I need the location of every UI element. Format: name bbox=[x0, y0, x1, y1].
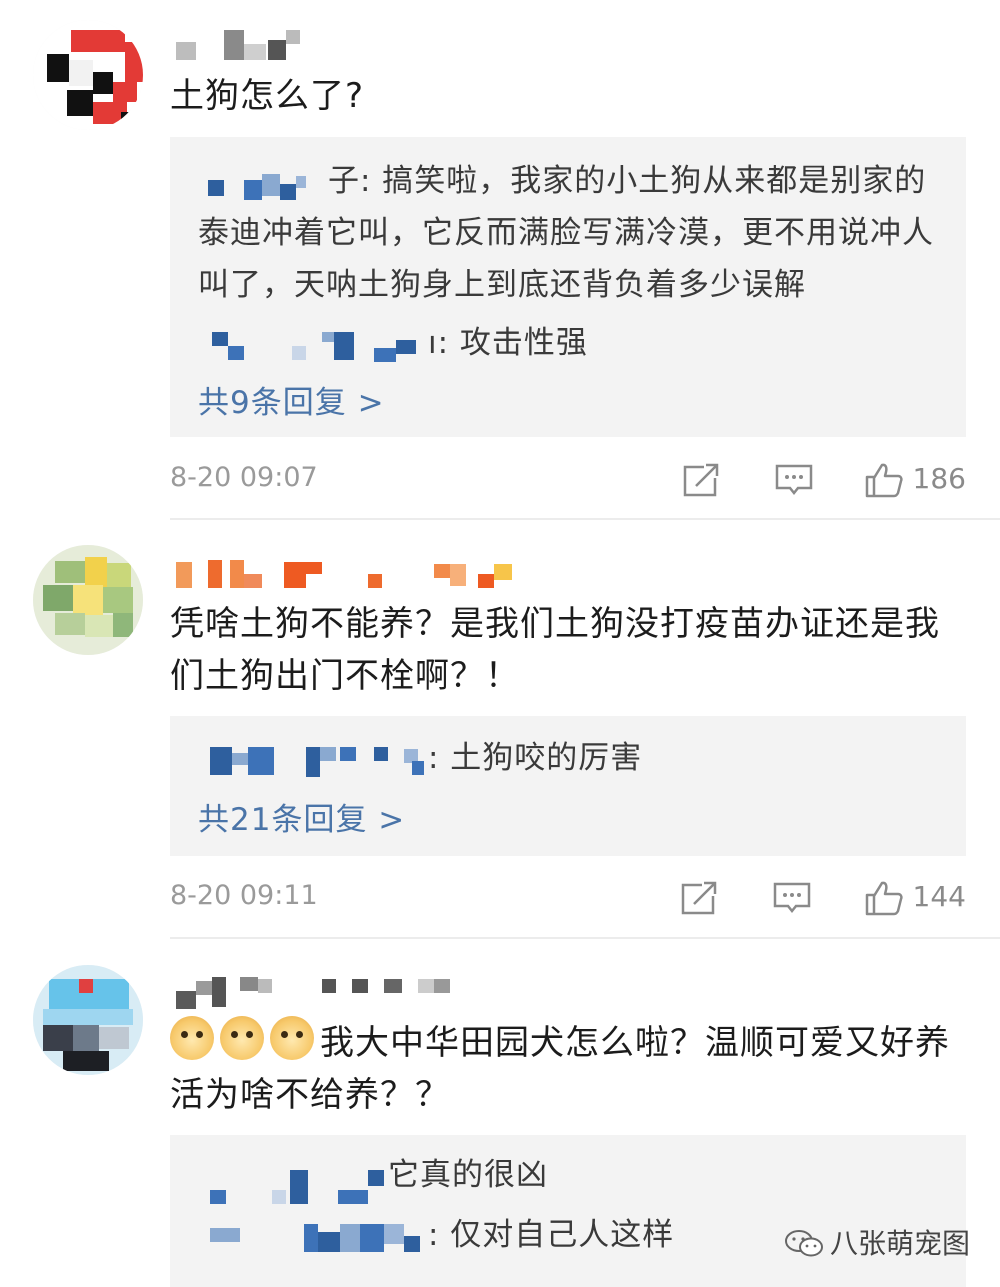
avatar[interactable] bbox=[33, 965, 143, 1075]
comment-text: 土狗怎么了? bbox=[170, 76, 365, 116]
doge-emoji-icon bbox=[220, 1016, 264, 1060]
divider bbox=[170, 518, 1000, 520]
reply-username-pixelated[interactable] bbox=[198, 1150, 388, 1204]
reply-text: : 仅对自己人这样 bbox=[428, 1217, 675, 1253]
doge-emoji-icon bbox=[170, 1016, 214, 1060]
reply-box: 它真的很凶 : 仅对自己人这样 bbox=[170, 1135, 966, 1287]
comment-meta: 8-20 09:07 186 bbox=[170, 462, 966, 502]
wechat-icon bbox=[784, 1230, 823, 1257]
like-count: 186 bbox=[912, 462, 966, 495]
reply-username-pixelated[interactable] bbox=[198, 1218, 428, 1254]
comment-text: 凭啥土狗不能养？是我们土狗没打疫苗办证还是我们土狗出门不栓啊？！ bbox=[170, 604, 940, 696]
comment-text: 我大中华田园犬怎么啦？温顺可爱又好养活为啥不给养？？ bbox=[170, 1016, 960, 1121]
view-more-replies-link[interactable]: 共9条回复 > bbox=[198, 377, 385, 422]
reply-text: 它真的很凶 bbox=[388, 1157, 548, 1193]
reply-box: 子: 搞笑啦，我家的小土狗从来都是别家的泰迪冲着它叫，它反而满脸写满冷漠，更不用… bbox=[170, 137, 966, 437]
watermark: 八张萌宠图 bbox=[784, 1222, 970, 1262]
timestamp: 8-20 09:11 bbox=[170, 880, 318, 911]
comment-icon[interactable] bbox=[774, 462, 814, 498]
reply-text: : 土狗咬的厉害 bbox=[428, 740, 643, 776]
reply-item[interactable]: : 土狗咬的厉害 bbox=[198, 732, 948, 784]
watermark-text: 八张萌宠图 bbox=[829, 1227, 970, 1260]
reply-item[interactable]: 子: 搞笑啦，我家的小土狗从来都是别家的泰迪冲着它叫，它反而满脸写满冷漠，更不用… bbox=[198, 155, 948, 311]
avatar[interactable] bbox=[33, 20, 143, 130]
view-more-replies-link[interactable]: 共21条回复 > bbox=[198, 794, 405, 839]
comment-icon[interactable] bbox=[772, 880, 812, 916]
username-pixelated[interactable] bbox=[172, 30, 312, 62]
divider bbox=[170, 937, 1000, 939]
reply-username-pixelated[interactable] bbox=[198, 326, 428, 362]
doge-emoji-icon bbox=[270, 1016, 314, 1060]
like-count: 144 bbox=[912, 880, 966, 913]
thumbs-up-icon[interactable] bbox=[864, 462, 904, 498]
reply-username-pixelated[interactable] bbox=[198, 164, 328, 200]
reply-text: ı: 攻击性强 bbox=[428, 325, 588, 361]
username-pixelated[interactable] bbox=[172, 556, 532, 588]
avatar[interactable] bbox=[33, 545, 143, 655]
thumbs-up-icon[interactable] bbox=[864, 880, 904, 916]
timestamp: 8-20 09:07 bbox=[170, 462, 318, 493]
reply-username-pixelated[interactable] bbox=[198, 741, 428, 777]
comment-meta: 8-20 09:11 144 bbox=[170, 880, 966, 920]
reply-item[interactable]: 它真的很凶 bbox=[198, 1149, 948, 1204]
share-icon[interactable] bbox=[680, 880, 720, 916]
share-icon[interactable] bbox=[682, 462, 722, 498]
reply-item[interactable]: ı: 攻击性强 bbox=[198, 317, 948, 369]
reply-box: : 土狗咬的厉害 共21条回复 > bbox=[170, 716, 966, 856]
username-pixelated[interactable] bbox=[172, 975, 472, 1009]
